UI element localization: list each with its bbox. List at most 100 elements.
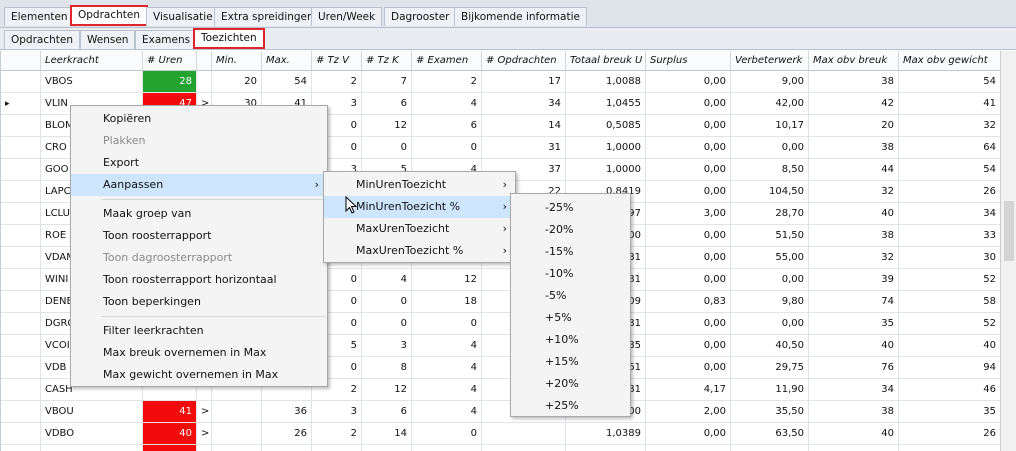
table-cell[interactable]: 18 — [412, 291, 482, 313]
table-cell[interactable]: 35 — [809, 313, 899, 335]
table-cell[interactable]: 4 — [362, 269, 412, 291]
table-cell[interactable]: 28,70 — [731, 203, 809, 225]
column-header[interactable]: Max. — [262, 51, 312, 71]
table-cell[interactable]: 3 — [312, 401, 362, 423]
column-header[interactable]: # Tz K — [362, 51, 412, 71]
menu-max-breuk[interactable]: Max breuk overnemen in Max — [71, 342, 327, 364]
table-cell[interactable]: 42,00 — [731, 93, 809, 115]
table-cell[interactable]: 29,75 — [731, 357, 809, 379]
column-header[interactable]: # Opdrachten — [482, 51, 566, 71]
table-cell[interactable]: 10,17 — [731, 115, 809, 137]
table-cell[interactable]: 2,00 — [646, 401, 731, 423]
table-cell[interactable]: 28 — [143, 71, 197, 93]
table-cell[interactable]: 4 — [412, 401, 482, 423]
row-selector[interactable] — [1, 445, 41, 451]
table-cell[interactable]: 104,50 — [731, 181, 809, 203]
table-cell[interactable] — [482, 423, 566, 445]
row-selector[interactable] — [1, 423, 41, 445]
table-cell[interactable]: 14 — [482, 115, 566, 137]
submenu-maxurentoezicht-pct[interactable]: MaxUrenToezicht % › — [324, 240, 515, 262]
percent-option[interactable]: -15% — [511, 241, 630, 263]
row-selector[interactable] — [1, 137, 41, 159]
row-selector[interactable] — [1, 247, 41, 269]
table-cell[interactable]: 0 — [362, 291, 412, 313]
row-selector[interactable] — [1, 291, 41, 313]
menu-beperkingen[interactable]: Toon beperkingen — [71, 291, 327, 313]
table-cell[interactable]: 4,17 — [646, 379, 731, 401]
table-cell[interactable]: 34 — [262, 445, 312, 451]
table-cell[interactable]: 0,00 — [646, 115, 731, 137]
table-cell[interactable]: > — [197, 445, 212, 451]
table-cell[interactable]: 2 — [312, 423, 362, 445]
table-cell[interactable]: 0,00 — [646, 71, 731, 93]
table-cell[interactable]: 0,00 — [646, 247, 731, 269]
table-cell[interactable]: 12 — [362, 379, 412, 401]
menu-kopieren[interactable]: Kopiëren — [71, 108, 327, 130]
table-cell[interactable]: 8,50 — [731, 159, 809, 181]
tab-bijkomende-informatie[interactable]: Bijkomende informatie — [454, 7, 587, 26]
table-cell[interactable]: 0,00 — [646, 445, 731, 451]
menu-maak-groep[interactable]: Maak groep van — [71, 203, 327, 225]
tab-uren-week[interactable]: Uren/Week — [311, 7, 383, 26]
table-cell[interactable]: 0,00 — [646, 137, 731, 159]
table-cell[interactable] — [212, 401, 262, 423]
table-cell[interactable]: 3,00 — [646, 203, 731, 225]
table-cell[interactable]: 33 — [899, 225, 1001, 247]
percent-option[interactable]: +15% — [511, 351, 630, 373]
tab-elementen[interactable]: Elementen — [4, 7, 75, 26]
table-cell[interactable]: 40,50 — [731, 335, 809, 357]
table-cell[interactable]: 41 — [899, 93, 1001, 115]
row-selector[interactable] — [1, 225, 41, 247]
table-cell[interactable]: 55,00 — [731, 247, 809, 269]
table-cell[interactable]: 9,80 — [731, 291, 809, 313]
tab-extra-spreidingen[interactable]: Extra spreidingen — [214, 7, 321, 26]
table-cell[interactable]: 40 — [809, 423, 899, 445]
column-header[interactable]: # Tz V — [312, 51, 362, 71]
table-cell[interactable]: 30 — [899, 247, 1001, 269]
table-cell[interactable]: 32 — [899, 115, 1001, 137]
subtab-opdrachten[interactable]: Opdrachten — [4, 30, 81, 49]
table-cell[interactable]: 4 — [412, 335, 482, 357]
table-cell[interactable]: 2 — [312, 71, 362, 93]
table-cell[interactable]: 8 — [362, 357, 412, 379]
table-cell[interactable]: 0 — [412, 313, 482, 335]
table-cell[interactable]: 0,00 — [646, 269, 731, 291]
table-cell[interactable]: 26 — [899, 423, 1001, 445]
table-cell[interactable]: 76 — [809, 357, 899, 379]
table-cell[interactable]: 31 — [482, 137, 566, 159]
table-cell[interactable]: 17 — [482, 71, 566, 93]
table-cell[interactable]: 64 — [899, 137, 1001, 159]
table-cell[interactable]: 34 — [899, 445, 1001, 451]
table-cell[interactable]: 1,0088 — [566, 71, 646, 93]
column-header[interactable]: # Examen — [412, 51, 482, 71]
table-cell[interactable] — [212, 445, 262, 451]
menu-export[interactable]: Export — [71, 152, 327, 174]
table-cell[interactable]: 39 — [809, 269, 899, 291]
table-cell[interactable]: 0 — [362, 137, 412, 159]
table-cell[interactable]: 58 — [899, 291, 1001, 313]
table-cell[interactable]: 38 — [809, 225, 899, 247]
table-cell[interactable]: 41 — [143, 401, 197, 423]
table-cell[interactable]: 52 — [899, 269, 1001, 291]
table-cell[interactable]: VDBO — [41, 423, 143, 445]
table-cell[interactable]: 1,0215 — [566, 445, 646, 451]
table-cell[interactable]: VBOS — [41, 71, 143, 93]
table-cell[interactable]: 40 — [143, 423, 197, 445]
tab-visualisatie[interactable]: Visualisatie — [146, 7, 220, 26]
table-cell[interactable]: 3 — [362, 335, 412, 357]
vertical-scrollbar[interactable] — [1000, 51, 1016, 451]
table-cell[interactable]: 2 — [312, 445, 362, 451]
column-header[interactable]: Surplus — [646, 51, 731, 71]
table-cell[interactable]: 0,00 — [731, 313, 809, 335]
table-cell[interactable]: 0,83 — [646, 291, 731, 313]
column-header[interactable]: Verbeterwerk — [731, 51, 809, 71]
table-cell[interactable]: 34 — [899, 203, 1001, 225]
tab-opdrachten[interactable]: Opdrachten — [70, 5, 149, 26]
table-cell[interactable]: 28 — [482, 445, 566, 451]
table-cell[interactable]: 4 — [412, 357, 482, 379]
table-cell[interactable]: 0,5085 — [566, 115, 646, 137]
table-cell[interactable]: 0,00 — [646, 159, 731, 181]
table-cell[interactable]: 40 — [809, 203, 899, 225]
table-cell[interactable]: 1,0000 — [566, 137, 646, 159]
table-cell[interactable]: 4 — [412, 445, 482, 451]
